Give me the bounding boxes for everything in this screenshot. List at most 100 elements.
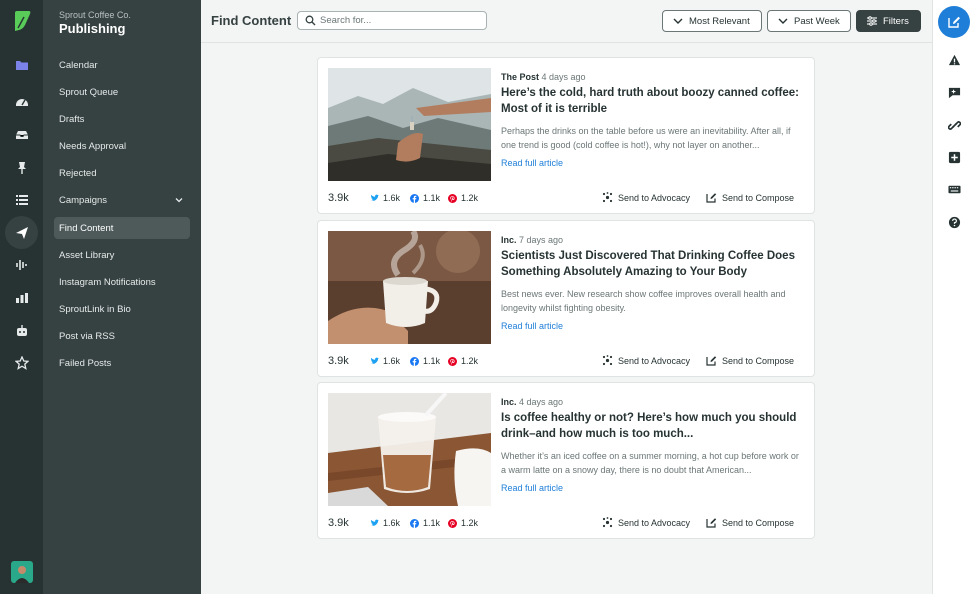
pinterest-shares: 1.2k — [448, 356, 478, 366]
inbox-icon — [15, 131, 28, 139]
filters-button[interactable]: Filters — [856, 10, 921, 32]
article-meta: Inc. 4 days ago — [501, 397, 563, 407]
search-box[interactable] — [297, 11, 487, 30]
rail-dashboard[interactable] — [0, 90, 43, 114]
article-excerpt: Perhaps the drinks on the table before u… — [501, 126, 791, 150]
keyboard-shortcuts-button[interactable] — [933, 179, 975, 199]
star-icon — [14, 356, 29, 370]
facebook-icon — [410, 356, 419, 366]
read-full-article-link[interactable]: Read full article — [501, 483, 563, 493]
rail-publishing[interactable] — [5, 216, 38, 249]
rail-inbox[interactable] — [0, 123, 43, 147]
send-to-compose-button[interactable]: Send to Compose — [706, 355, 794, 366]
article-thumbnail[interactable] — [328, 68, 491, 181]
add-button[interactable] — [933, 147, 975, 167]
icon-rail — [0, 0, 43, 594]
send-to-compose-label: Send to Compose — [722, 192, 795, 203]
rail-list[interactable] — [0, 188, 43, 212]
facebook-icon — [410, 518, 419, 528]
help-icon — [948, 216, 961, 228]
chevron-down-icon — [175, 198, 183, 203]
send-to-compose-button[interactable]: Send to Compose — [706, 517, 794, 528]
article-headline[interactable]: Is coffee healthy or not? Here’s how muc… — [501, 410, 801, 442]
pinterest-count: 1.2k — [461, 518, 479, 528]
keyboard-icon — [948, 185, 961, 193]
advocacy-icon — [602, 517, 613, 528]
pinterest-count: 1.2k — [461, 193, 479, 203]
sprout-logo-icon[interactable] — [12, 10, 32, 32]
advocacy-icon — [602, 355, 613, 366]
article-headline[interactable]: Here’s the cold, hard truth about boozy … — [501, 85, 801, 117]
user-avatar-icon — [15, 566, 29, 583]
article-thumbnail[interactable] — [328, 231, 491, 344]
article-source: Inc. — [501, 397, 517, 407]
article-age: 7 days ago — [519, 235, 564, 245]
sort-label: Most Relevant — [689, 15, 750, 27]
nav-item-post-via-rss[interactable]: Post via RSS — [54, 325, 190, 347]
help-button[interactable] — [933, 212, 975, 232]
send-to-compose-button[interactable]: Send to Compose — [706, 192, 794, 203]
link-button[interactable] — [933, 115, 975, 135]
twitter-count: 1.6k — [383, 518, 401, 528]
send-to-advocacy-button[interactable]: Send to Advocacy — [602, 192, 690, 203]
nav-item-asset-library[interactable]: Asset Library — [54, 244, 190, 266]
twitter-icon — [370, 357, 379, 364]
nav-item-calendar[interactable]: Calendar — [54, 54, 190, 76]
bar-chart-icon — [15, 293, 28, 303]
nav-item-rejected[interactable]: Rejected — [54, 162, 190, 184]
send-to-advocacy-label: Send to Advocacy — [618, 192, 691, 203]
avatar[interactable] — [11, 561, 33, 583]
total-shares: 3.9k — [328, 355, 349, 367]
send-to-advocacy-button[interactable]: Send to Advocacy — [602, 517, 690, 528]
sliders-icon — [867, 16, 877, 26]
article-excerpt: Best news ever. New research show coffee… — [501, 289, 786, 313]
compose-icon — [706, 356, 717, 366]
date-range-dropdown[interactable]: Past Week — [767, 10, 851, 32]
article-thumbnail[interactable] — [328, 393, 491, 506]
page-title: Find Content — [211, 13, 292, 28]
rail-bots[interactable] — [0, 319, 43, 343]
nav-item-find-content[interactable]: Find Content — [54, 217, 190, 239]
messages-button[interactable] — [933, 82, 975, 102]
send-to-advocacy-button[interactable]: Send to Advocacy — [602, 355, 690, 366]
send-to-compose-label: Send to Compose — [722, 355, 795, 366]
content-card: The Post 4 days ago Here’s the cold, har… — [317, 57, 815, 214]
pinterest-count: 1.2k — [461, 356, 479, 366]
pinterest-icon — [448, 518, 457, 528]
total-shares: 3.9k — [328, 192, 349, 204]
nav-item-sprout-queue[interactable]: Sprout Queue — [54, 81, 190, 103]
article-age: 4 days ago — [519, 397, 564, 407]
rail-reviews[interactable] — [0, 351, 43, 375]
twitter-icon — [370, 519, 379, 526]
chevron-down-icon — [778, 18, 788, 24]
nav-item-needs-approval[interactable]: Needs Approval — [54, 135, 190, 157]
search-input[interactable] — [320, 15, 480, 26]
compose-button[interactable] — [938, 6, 970, 38]
compose-icon — [706, 518, 717, 528]
filters-label: Filters — [883, 15, 909, 27]
rail-folder[interactable] — [0, 53, 43, 77]
nav-item-sproutlink[interactable]: SproutLink in Bio — [54, 298, 190, 320]
twitter-count: 1.6k — [383, 193, 401, 203]
article-excerpt: Whether it’s an iced coffee on a summer … — [501, 451, 799, 475]
alerts-button[interactable] — [933, 50, 975, 70]
sort-dropdown[interactable]: Most Relevant — [662, 10, 762, 32]
nav-item-failed-posts[interactable]: Failed Posts — [54, 352, 190, 374]
page-header: Find Content Most Relevant Past Week Fil… — [201, 0, 932, 43]
read-full-article-link[interactable]: Read full article — [501, 158, 563, 168]
facebook-icon — [410, 193, 419, 203]
facebook-count: 1.1k — [423, 193, 441, 203]
nav-item-campaigns[interactable]: Campaigns — [54, 189, 190, 211]
steaming-mug-photo — [328, 231, 491, 344]
rail-reports[interactable] — [0, 286, 43, 310]
article-headline[interactable]: Scientists Just Discovered That Drinking… — [501, 248, 801, 280]
twitter-shares: 1.6k — [370, 518, 400, 528]
rail-pin[interactable] — [0, 156, 43, 180]
rail-listening[interactable] — [0, 253, 43, 277]
mountain-photo — [328, 68, 491, 181]
paper-plane-icon — [15, 226, 28, 239]
nav-item-drafts[interactable]: Drafts — [54, 108, 190, 130]
latte-glass-photo — [328, 393, 491, 506]
nav-item-instagram-notifications[interactable]: Instagram Notifications — [54, 271, 190, 293]
read-full-article-link[interactable]: Read full article — [501, 321, 563, 331]
